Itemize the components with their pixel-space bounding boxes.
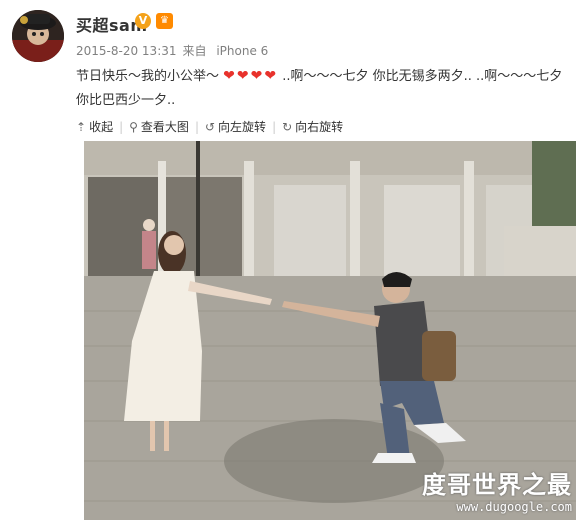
magnifier-icon: ⚲: [129, 119, 138, 134]
image-toolbar: ⇡ 收起 | ⚲ 查看大图 | ↺ 向左旋转 | ↻ 向右旋转: [76, 118, 349, 135]
rotate-left-label: 向左旋转: [218, 120, 267, 134]
post-text: 节日快乐～我的小公举～ ❤❤❤❤ ..啊～～～七夕 你比无锡多两夕.. ..啊～…: [76, 64, 576, 113]
rotate-right-label: 向右旋转: [295, 120, 344, 134]
avatar-image: [12, 10, 64, 62]
view-large-button[interactable]: ⚲ 查看大图: [129, 118, 189, 135]
arrow-up-icon: ⇡: [76, 119, 87, 134]
avatar[interactable]: [12, 10, 64, 62]
toolbar-divider: |: [272, 119, 277, 134]
view-large-label: 查看大图: [140, 120, 189, 134]
post-text-part1: 节日快乐～我的小公举～: [76, 69, 220, 84]
collapse-button[interactable]: ⇡ 收起: [76, 118, 113, 135]
verified-v-icon: V: [135, 13, 151, 29]
heart-emoji-icons: ❤❤❤❤: [223, 68, 279, 84]
toolbar-divider: |: [194, 119, 199, 134]
post-meta: 2015-8-20 13:31 来自 iPhone 6: [76, 42, 274, 59]
post-photo[interactable]: 度哥世界之最 www.dugoogle.com: [84, 141, 576, 520]
rotate-left-icon: ↺: [204, 119, 216, 134]
watermark-site-name: 度哥世界之最: [422, 471, 572, 499]
rotate-right-icon: ↻: [282, 119, 293, 134]
watermark: 度哥世界之最 www.dugoogle.com: [422, 465, 572, 514]
collapse-label: 收起: [89, 120, 114, 134]
rotate-right-button[interactable]: ↻ 向右旋转: [282, 118, 343, 135]
post-timestamp[interactable]: 2015-8-20 13:31: [76, 44, 177, 58]
photo-scene: [84, 141, 576, 520]
vip-level-icon: ♛: [156, 13, 173, 29]
device-source[interactable]: iPhone 6: [216, 44, 268, 58]
watermark-url: www.dugoogle.com: [456, 500, 572, 514]
rotate-left-button[interactable]: ↺ 向左旋转: [205, 118, 266, 135]
toolbar-divider: |: [119, 119, 124, 134]
source-prefix: 来自: [182, 44, 207, 58]
